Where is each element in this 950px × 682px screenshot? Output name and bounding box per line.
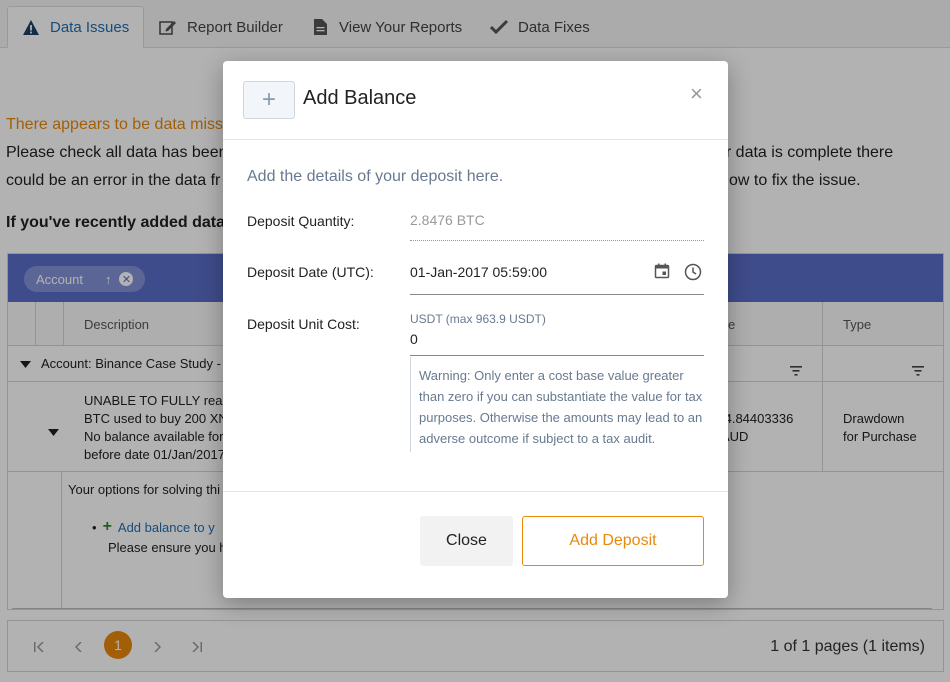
deposit-unit-cost-field[interactable]: USDT (max 963.9 USDT) 0 [410,312,704,356]
dialog-header: + Add Balance × [223,61,728,140]
plus-icon: + [243,81,295,119]
dialog-title: Add Balance [303,87,417,109]
dialog-divider [223,491,728,492]
unit-cost-hint: USDT (max 963.9 USDT) [410,312,546,326]
deposit-quantity-field: 2.8476 BTC [410,212,704,241]
close-button[interactable]: Close [420,516,513,566]
tax-warning-text: Warning: Only enter a cost base value gr… [410,357,704,452]
deposit-date-value[interactable]: 01-Jan-2017 05:59:00 [410,264,547,280]
close-icon[interactable]: × [690,81,703,107]
clock-icon[interactable] [684,263,702,286]
unit-cost-input[interactable]: 0 [410,331,704,356]
add-deposit-button[interactable]: Add Deposit [522,516,704,566]
add-balance-dialog: + Add Balance × Add the details of your … [223,61,728,598]
deposit-unit-cost-label: Deposit Unit Cost: [247,316,360,332]
calendar-icon[interactable] [654,263,670,284]
deposit-quantity-label: Deposit Quantity: [247,213,355,229]
deposit-date-label: Deposit Date (UTC): [247,264,374,280]
deposit-quantity-value: 2.8476 BTC [410,212,704,241]
deposit-date-field[interactable]: 01-Jan-2017 05:59:00 [410,262,704,295]
dialog-subtitle: Add the details of your deposit here. [247,168,504,185]
